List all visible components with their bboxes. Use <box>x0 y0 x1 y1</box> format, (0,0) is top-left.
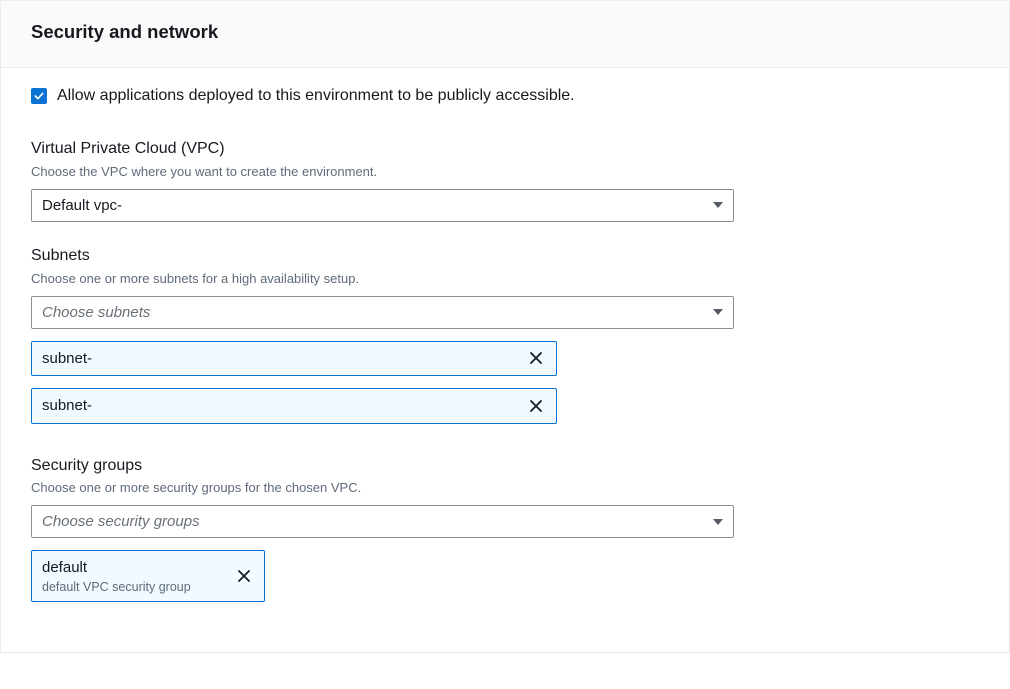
token-label: default <box>42 558 214 578</box>
vpc-select[interactable]: Default vpc- <box>31 189 734 222</box>
close-icon <box>236 568 252 584</box>
subnets-select[interactable]: Choose subnets <box>31 296 734 329</box>
subnets-label: Subnets <box>31 246 979 267</box>
subnets-group: Subnets Choose one or more subnets for a… <box>31 246 979 424</box>
remove-subnet-button[interactable] <box>516 389 556 423</box>
subnets-help: Choose one or more subnets for a high av… <box>31 271 979 288</box>
token-content: subnet- <box>32 342 516 376</box>
vpc-help: Choose the VPC where you want to create … <box>31 164 979 181</box>
caret-down-icon <box>713 519 723 525</box>
caret-down-icon <box>713 309 723 315</box>
close-icon <box>528 350 544 366</box>
security-groups-group: Security groups Choose one or more secur… <box>31 456 979 602</box>
token-sub: default VPC security group <box>42 580 214 594</box>
public-access-checkbox[interactable] <box>31 88 47 104</box>
public-access-label[interactable]: Allow applications deployed to this envi… <box>57 86 575 105</box>
token-content: default default VPC security group <box>32 551 224 601</box>
remove-subnet-button[interactable] <box>516 342 556 376</box>
vpc-label: Virtual Private Cloud (VPC) <box>31 139 979 160</box>
security-group-token: default default VPC security group <box>31 550 265 602</box>
security-groups-label: Security groups <box>31 456 979 477</box>
close-icon <box>528 398 544 414</box>
security-groups-token-list: default default VPC security group <box>31 550 979 602</box>
subnets-token-list: subnet- subnet- <box>31 341 979 424</box>
token-content: subnet- <box>32 389 516 423</box>
check-icon <box>33 90 45 102</box>
subnet-token: subnet- <box>31 341 557 377</box>
vpc-group: Virtual Private Cloud (VPC) Choose the V… <box>31 139 979 222</box>
vpc-select-value: Default vpc- <box>42 197 122 214</box>
token-label: subnet- <box>42 396 506 416</box>
panel-body: Allow applications deployed to this envi… <box>1 68 1009 652</box>
panel-title: Security and network <box>31 21 989 43</box>
public-access-row: Allow applications deployed to this envi… <box>31 86 979 105</box>
security-network-panel: Security and network Allow applications … <box>0 0 1010 653</box>
token-label: subnet- <box>42 349 506 369</box>
security-groups-help: Choose one or more security groups for t… <box>31 480 979 497</box>
security-groups-select[interactable]: Choose security groups <box>31 505 734 538</box>
panel-header: Security and network <box>1 1 1009 68</box>
security-groups-select-placeholder: Choose security groups <box>42 513 200 530</box>
caret-down-icon <box>713 202 723 208</box>
subnets-select-placeholder: Choose subnets <box>42 304 150 321</box>
remove-security-group-button[interactable] <box>224 551 264 601</box>
subnet-token: subnet- <box>31 388 557 424</box>
